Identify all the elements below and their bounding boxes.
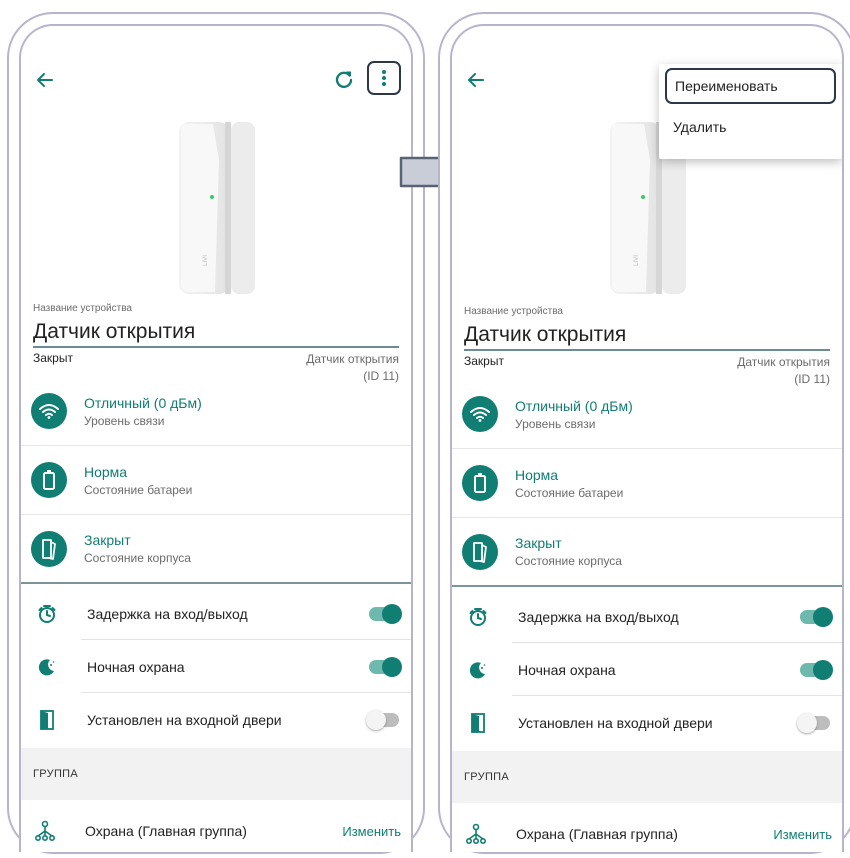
change-group-link[interactable]: Изменить bbox=[342, 824, 401, 839]
toggle-knob bbox=[813, 606, 833, 627]
battery-icon bbox=[462, 465, 498, 501]
wifi-icon bbox=[462, 396, 498, 432]
entry-delay-row[interactable]: Задержка на вход/выход bbox=[452, 590, 842, 643]
more-vertical-icon bbox=[382, 70, 386, 86]
case-icon bbox=[31, 530, 67, 567]
status-info-list: Отличный (0 дБм) Уровень связи Норма Сос… bbox=[21, 377, 411, 584]
toggle-knob bbox=[382, 603, 402, 624]
case-state-label: Состояние корпуса bbox=[84, 551, 191, 565]
battery-status-item: Норма Состояние батареи bbox=[452, 449, 842, 518]
device-screen-left: LIVI Название устройства Датчик открытия… bbox=[19, 24, 413, 852]
battery-status-item: Норма Состояние батареи bbox=[21, 446, 411, 515]
group-name: Охрана (Главная группа) bbox=[85, 823, 247, 839]
overflow-menu-popup: Переименовать Удалить bbox=[659, 64, 842, 159]
battery-state-label: Состояние батареи bbox=[84, 482, 193, 497]
night-guard-label: Ночная охрана bbox=[87, 658, 185, 675]
device-type-name: Датчик открытия bbox=[737, 355, 830, 369]
case-status-item: Закрыт Состояние корпуса bbox=[452, 518, 842, 587]
group-tree-icon bbox=[34, 820, 55, 841]
toggle-knob bbox=[813, 659, 833, 680]
device-logo-mark: LIVI bbox=[202, 255, 209, 266]
device-logo-mark: LIVI bbox=[633, 255, 640, 266]
device-name-label: Название устройства bbox=[33, 303, 132, 314]
group-row: Охрана (Главная группа) Изменить bbox=[452, 809, 842, 852]
moon-icon bbox=[466, 658, 490, 682]
device-name-block: Название устройства Датчик открытия Закр… bbox=[464, 306, 830, 388]
group-section-header: ГРУППА bbox=[21, 748, 411, 800]
group-section-header: ГРУППА bbox=[452, 751, 842, 803]
case-state-value: Закрыт bbox=[84, 532, 131, 548]
entry-delay-toggle[interactable] bbox=[369, 603, 402, 624]
device-screen-right: LIVI Название устройства Датчик открытия… bbox=[450, 24, 844, 852]
front-door-row[interactable]: Установлен на входной двери bbox=[21, 693, 411, 746]
front-door-toggle[interactable] bbox=[366, 709, 399, 730]
toggle-knob bbox=[366, 709, 386, 730]
front-door-row[interactable]: Установлен на входной двери bbox=[452, 696, 842, 749]
signal-level-value: Отличный (0 дБм) bbox=[84, 394, 202, 411]
door-icon bbox=[466, 711, 490, 735]
battery-icon bbox=[31, 462, 67, 498]
delete-menu-item[interactable]: Удалить bbox=[659, 104, 842, 150]
device-type-name: Датчик открытия bbox=[306, 352, 399, 366]
case-icon bbox=[462, 533, 498, 570]
signal-level-label: Уровень связи bbox=[84, 413, 165, 428]
toggle-knob bbox=[797, 712, 817, 733]
wifi-icon bbox=[31, 393, 67, 429]
change-group-link[interactable]: Изменить bbox=[773, 827, 832, 842]
battery-state-value: Норма bbox=[515, 466, 559, 483]
entry-delay-toggle[interactable] bbox=[800, 606, 833, 627]
case-state-value: Закрыт bbox=[515, 535, 562, 551]
timer-icon bbox=[35, 602, 59, 626]
signal-level-value: Отличный (0 дБм) bbox=[515, 397, 633, 414]
settings-toggle-list: Задержка на вход/выход Ночная охрана Уст… bbox=[452, 590, 842, 749]
settings-toggle-list: Задержка на вход/выход Ночная охрана Уст… bbox=[21, 587, 411, 746]
night-guard-toggle[interactable] bbox=[800, 659, 833, 680]
timer-icon bbox=[466, 605, 490, 629]
entry-delay-label: Задержка на вход/выход bbox=[87, 605, 248, 622]
back-arrow-icon[interactable] bbox=[466, 70, 486, 90]
rename-menu-item[interactable]: Переименовать bbox=[665, 68, 836, 104]
back-arrow-icon[interactable] bbox=[35, 70, 55, 90]
more-menu-button[interactable] bbox=[367, 61, 401, 95]
device-name-field[interactable]: Датчик открытия bbox=[464, 323, 830, 351]
group-tree-icon bbox=[465, 823, 486, 844]
night-guard-label: Ночная охрана bbox=[518, 661, 616, 678]
moon-icon bbox=[35, 655, 59, 679]
battery-state-label: Состояние батареи bbox=[515, 485, 624, 500]
signal-status-item: Отличный (0 дБм) Уровень связи bbox=[21, 377, 411, 446]
entry-delay-row[interactable]: Задержка на вход/выход bbox=[21, 587, 411, 640]
night-guard-row[interactable]: Ночная охрана bbox=[21, 640, 411, 693]
device-image: LIVI bbox=[179, 122, 255, 294]
group-row: Охрана (Главная группа) Изменить bbox=[21, 806, 411, 852]
case-status-item: Закрыт Состояние корпуса bbox=[21, 515, 411, 584]
device-name-label: Название устройства bbox=[464, 306, 563, 317]
front-door-label: Установлен на входной двери bbox=[518, 714, 713, 731]
case-state-label: Состояние корпуса bbox=[515, 554, 622, 568]
front-door-toggle[interactable] bbox=[797, 712, 830, 733]
night-guard-row[interactable]: Ночная охрана bbox=[452, 643, 842, 696]
status-info-list: Отличный (0 дБм) Уровень связи Норма Сос… bbox=[452, 380, 842, 587]
night-guard-toggle[interactable] bbox=[369, 656, 402, 677]
entry-delay-label: Задержка на вход/выход bbox=[518, 608, 679, 625]
toggle-knob bbox=[382, 656, 402, 677]
phone-frame-right: LIVI Название устройства Датчик открытия… bbox=[438, 12, 850, 854]
group-name: Охрана (Главная группа) bbox=[516, 826, 678, 842]
signal-level-label: Уровень связи bbox=[515, 416, 596, 431]
signal-status-item: Отличный (0 дБм) Уровень связи bbox=[452, 380, 842, 449]
refresh-icon[interactable] bbox=[333, 68, 355, 90]
top-bar bbox=[21, 26, 411, 108]
front-door-label: Установлен на входной двери bbox=[87, 711, 282, 728]
battery-state-value: Норма bbox=[84, 463, 128, 480]
device-name-block: Название устройства Датчик открытия Закр… bbox=[33, 303, 399, 385]
device-name-field[interactable]: Датчик открытия bbox=[33, 320, 399, 348]
door-icon bbox=[35, 708, 59, 732]
phone-frame-left: LIVI Название устройства Датчик открытия… bbox=[7, 12, 425, 854]
